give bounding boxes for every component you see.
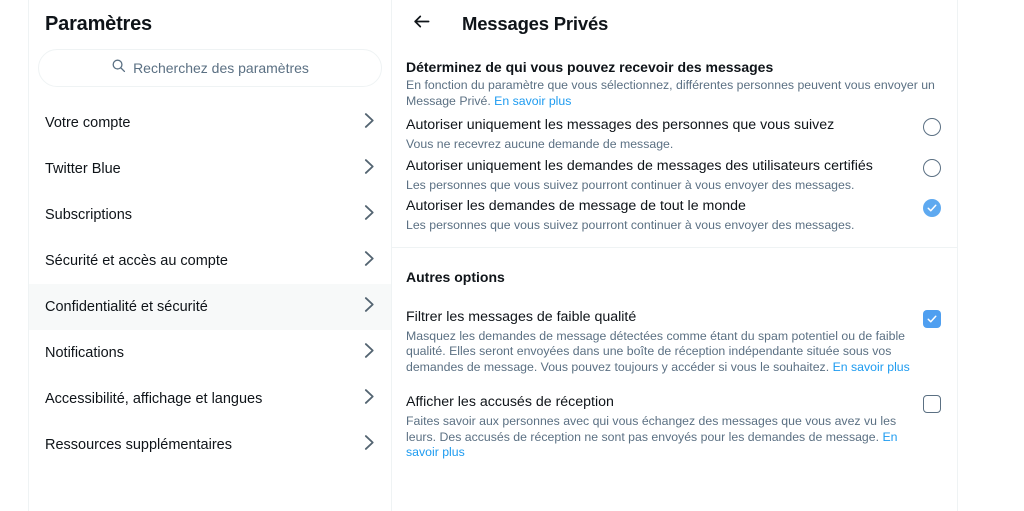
right-gutter bbox=[958, 0, 1024, 511]
sidebar-item-label: Votre compte bbox=[45, 115, 131, 131]
radio-checked-icon bbox=[923, 199, 941, 217]
chevron-right-icon bbox=[364, 342, 375, 364]
option-label: Afficher les accusés de réception bbox=[406, 394, 614, 410]
option-sublabel: Masquez les demandes de message détectée… bbox=[406, 327, 911, 376]
option-row-verified-only[interactable]: Autoriser uniquement les demandes de mes… bbox=[406, 153, 943, 194]
sidebar-item-label: Ressources supplémentaires bbox=[45, 437, 232, 453]
chevron-right-icon bbox=[364, 296, 375, 318]
search-icon bbox=[111, 58, 126, 78]
settings-sidebar: Paramètres Recherchez des paramètres Vot… bbox=[28, 0, 392, 511]
option-sublabel: Faites savoir aux personnes avec qui vou… bbox=[406, 412, 911, 461]
learn-more-link[interactable]: En savoir plus bbox=[494, 94, 571, 108]
sidebar-nav-list: Votre compte Twitter Blue Subscriptions … bbox=[29, 100, 391, 468]
sidebar-item-label: Confidentialité et sécurité bbox=[45, 299, 208, 315]
option-sublabel-text: Faites savoir aux personnes avec qui vou… bbox=[406, 414, 897, 444]
section-heading: Autres options bbox=[406, 268, 505, 285]
option-sublabel-text: Masquez les demandes de message détectée… bbox=[406, 328, 906, 374]
learn-more-link[interactable]: En savoir plus bbox=[833, 360, 910, 374]
search-placeholder: Recherchez des paramètres bbox=[133, 60, 309, 76]
search-input[interactable]: Recherchez des paramètres bbox=[38, 49, 382, 87]
sidebar-item-label: Sécurité et accès au compte bbox=[45, 253, 228, 269]
page-title: Messages Privés bbox=[462, 12, 609, 34]
sidebar-item-notifications[interactable]: Notifications bbox=[29, 330, 391, 376]
option-label: Autoriser uniquement les demandes de mes… bbox=[406, 157, 873, 174]
option-spacer bbox=[406, 375, 943, 389]
option-text: Autoriser les demandes de message de tou… bbox=[406, 197, 921, 234]
section-heading: Déterminez de qui vous pouvez recevoir d… bbox=[406, 59, 774, 75]
radio-follow-only[interactable] bbox=[921, 117, 943, 137]
sidebar-item-securite-et-acces-au-compte[interactable]: Sécurité et accès au compte bbox=[29, 238, 391, 284]
chevron-right-icon bbox=[364, 250, 375, 272]
radio-unchecked-icon bbox=[923, 158, 941, 177]
settings-page: Paramètres Recherchez des paramètres Vot… bbox=[0, 0, 1024, 511]
section-description: En fonction du paramètre que vous sélect… bbox=[406, 78, 943, 112]
checkbox-read-receipts[interactable] bbox=[921, 394, 943, 414]
sidebar-item-label: Accessibilité, affichage et langues bbox=[45, 391, 263, 407]
radio-everyone[interactable] bbox=[921, 198, 943, 218]
chevron-right-icon bbox=[364, 158, 375, 180]
option-sublabel: Vous ne recevrez aucune demande de messa… bbox=[406, 137, 674, 151]
radio-verified-only[interactable] bbox=[921, 158, 943, 178]
section-other-options: Autres options Filtrer les messages de f… bbox=[392, 248, 957, 461]
option-label: Autoriser les demandes de message de tou… bbox=[406, 198, 746, 214]
sidebar-item-accessibilite-affichage-et-langues[interactable]: Accessibilité, affichage et langues bbox=[29, 376, 391, 422]
sidebar-item-subscriptions[interactable]: Subscriptions bbox=[29, 192, 391, 238]
direct-messages-settings-panel: Messages Privés Déterminez de qui vous p… bbox=[392, 0, 958, 511]
section-who-can-message: Déterminez de qui vous pouvez recevoir d… bbox=[392, 47, 957, 234]
sidebar-title: Paramètres bbox=[45, 13, 152, 35]
sidebar-item-confidentialite-et-securite[interactable]: Confidentialité et sécurité bbox=[29, 284, 391, 330]
arrow-left-icon bbox=[412, 12, 431, 36]
checkbox-checked-icon bbox=[923, 309, 941, 328]
option-label: Autoriser uniquement les messages des pe… bbox=[406, 117, 835, 133]
left-gutter bbox=[0, 0, 28, 511]
option-text: Autoriser uniquement les messages des pe… bbox=[406, 116, 921, 153]
section-description-text: En fonction du paramètre que vous sélect… bbox=[406, 78, 935, 108]
option-row-read-receipts[interactable]: Afficher les accusés de réception Faites… bbox=[406, 389, 943, 461]
radio-unchecked-icon bbox=[923, 118, 941, 136]
chevron-right-icon bbox=[364, 434, 375, 456]
sidebar-item-label: Twitter Blue bbox=[45, 161, 121, 177]
chevron-right-icon bbox=[364, 112, 375, 134]
chevron-right-icon bbox=[364, 204, 375, 226]
option-row-follow-only[interactable]: Autoriser uniquement les messages des pe… bbox=[406, 112, 943, 153]
checkbox-quality-filter[interactable] bbox=[921, 309, 943, 329]
chevron-right-icon bbox=[364, 388, 375, 410]
option-text: Afficher les accusés de réception Faites… bbox=[406, 393, 921, 461]
sidebar-item-label: Subscriptions bbox=[45, 207, 133, 223]
search-wrapper: Recherchez des paramètres bbox=[29, 36, 391, 87]
sidebar-item-label: Notifications bbox=[45, 345, 124, 361]
sidebar-item-twitter-blue[interactable]: Twitter Blue bbox=[29, 146, 391, 192]
option-row-everyone[interactable]: Autoriser les demandes de message de tou… bbox=[406, 193, 943, 234]
option-sublabel: Les personnes que vous suivez pourront c… bbox=[406, 177, 855, 192]
back-button[interactable] bbox=[406, 9, 436, 39]
option-text: Autoriser uniquement les demandes de mes… bbox=[406, 157, 921, 194]
panel-header: Messages Privés bbox=[392, 0, 957, 47]
option-row-quality-filter[interactable]: Filtrer les messages de faible qualité M… bbox=[406, 304, 943, 376]
sidebar-item-ressources-supplementaires[interactable]: Ressources supplémentaires bbox=[29, 422, 391, 468]
option-text: Filtrer les messages de faible qualité M… bbox=[406, 308, 921, 376]
checkbox-unchecked-icon bbox=[923, 395, 941, 413]
option-sublabel: Les personnes que vous suivez pourront c… bbox=[406, 218, 855, 232]
option-label: Filtrer les messages de faible qualité bbox=[406, 308, 637, 325]
sidebar-item-votre-compte[interactable]: Votre compte bbox=[29, 100, 391, 146]
